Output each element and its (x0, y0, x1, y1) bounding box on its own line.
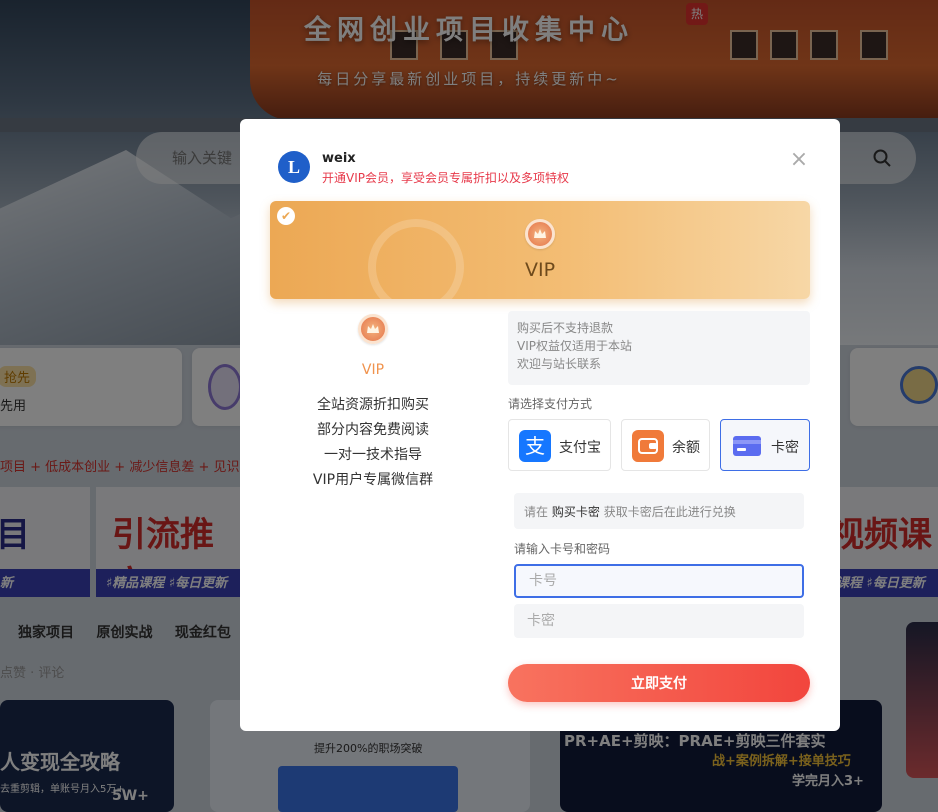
purchase-notice: 购买后不支持退款 VIP权益仅适用于本站 欢迎与站长联系 (508, 311, 810, 385)
dialog-description: 开通VIP会员，享受会员专属折扣以及多项特权 (322, 171, 569, 185)
pay-method-label: 请选择支付方式 (508, 397, 593, 411)
vip-purchase-dialog: L weix 开通VIP会员，享受会员专属折扣以及多项特权 × ✔ VIP VI… (240, 119, 840, 731)
card-number-input[interactable] (514, 564, 804, 598)
pay-now-button[interactable]: 立即支付 (508, 664, 810, 702)
plan-name: VIP (524, 259, 556, 281)
buy-card-link[interactable]: 购买卡密 (552, 505, 600, 519)
card-password-input[interactable] (514, 604, 804, 638)
pay-method-label: 卡密 (771, 440, 799, 456)
benefit-item: 一对一技术指导 (324, 447, 422, 463)
card-input-label: 请输入卡号和密码 (514, 542, 611, 556)
card-icon (731, 430, 763, 462)
crown-icon (525, 219, 555, 249)
pay-method-label: 支付宝 (559, 440, 601, 456)
pay-method-alipay[interactable]: 支 支付宝 (508, 419, 611, 471)
brand-name: weix (322, 151, 356, 166)
notice-line: 欢迎与站长联系 (517, 357, 602, 371)
wallet-icon (632, 430, 664, 462)
redeem-prefix: 请在 (524, 505, 549, 519)
redeem-suffix: 获取卡密后在此进行兑换 (603, 505, 736, 519)
notice-line: 购买后不支持退款 (517, 321, 614, 335)
vip-label: VIP (361, 362, 385, 378)
pay-method-card[interactable]: 卡密 (720, 419, 810, 471)
redeem-hint: 请在 购买卡密 获取卡密后在此进行兑换 (514, 493, 804, 529)
pay-method-balance[interactable]: 余额 (621, 419, 710, 471)
site-logo: L (278, 151, 310, 183)
benefits-list: 全站资源折扣购买 部分内容免费阅读 一对一技术指导 VIP用户专属微信群 (280, 393, 466, 493)
notice-line: VIP权益仅适用于本站 (517, 339, 632, 353)
check-icon: ✔ (277, 207, 295, 225)
svg-text:支: 支 (525, 434, 545, 458)
crown-icon (358, 314, 388, 344)
benefit-item: 部分内容免费阅读 (317, 422, 429, 438)
alipay-icon: 支 (519, 430, 551, 462)
vip-plan-card[interactable]: ✔ VIP (270, 201, 810, 299)
close-icon[interactable]: × (788, 149, 810, 171)
benefit-item: 全站资源折扣购买 (317, 397, 429, 413)
pay-method-label: 余额 (672, 440, 700, 456)
benefit-item: VIP用户专属微信群 (312, 472, 434, 488)
